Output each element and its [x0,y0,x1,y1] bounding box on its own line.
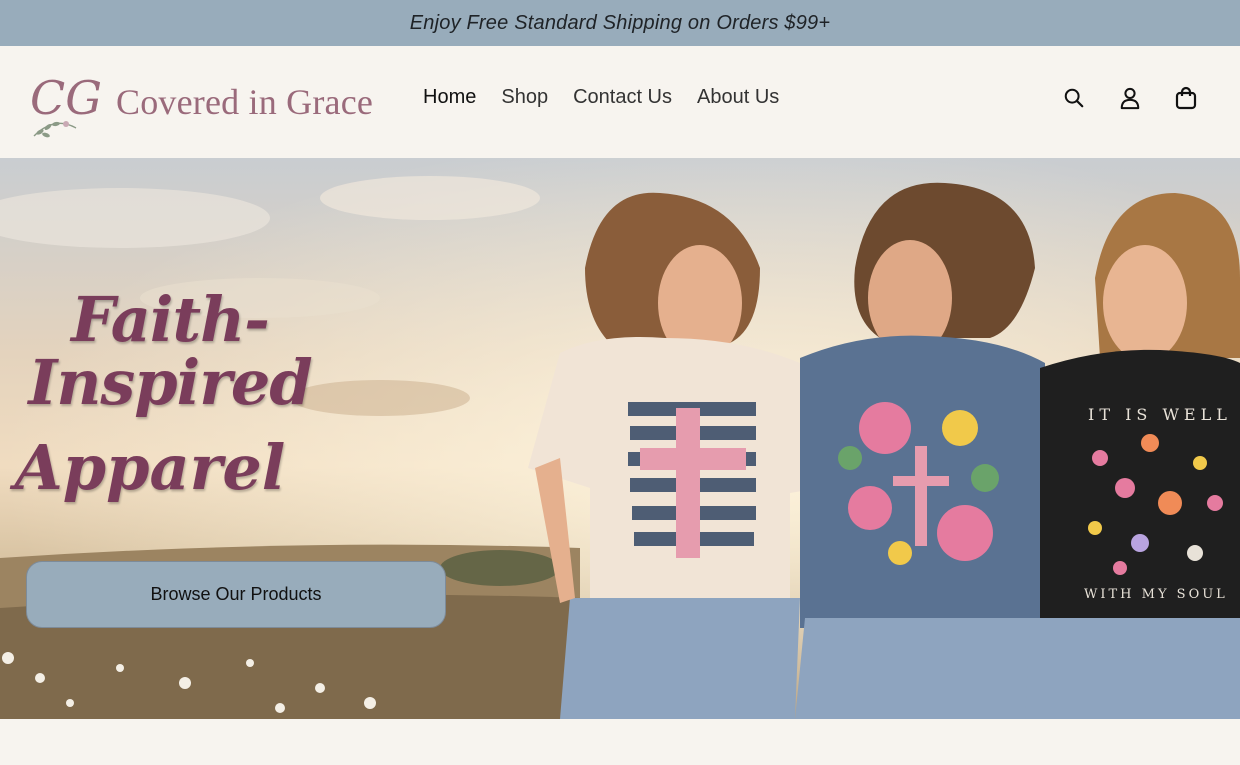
site-header: CG Covered in Grace Home Shop Contact Us… [0,46,1240,158]
search-icon[interactable] [1060,84,1088,112]
brand-name: Covered in Grace [116,82,374,122]
browse-products-button[interactable]: Browse Our Products [26,561,446,628]
svg-text:CG: CG [30,71,102,125]
hero-title: Faith-Inspired Apparel [0,288,360,500]
nav-shop[interactable]: Shop [501,86,548,109]
monogram-logo-icon: CG [30,71,102,138]
hero-title-line-2: Apparel [14,431,286,505]
svg-text:WITH MY SOUL: WITH MY SOUL [1084,587,1228,602]
hero-banner: IT IS WELL WITH MY SOUL Faith-Inspired A… [0,158,1240,719]
brand-logo[interactable]: CG Covered in Grace [26,62,373,142]
page-content-start [0,719,1240,765]
nav-about-us[interactable]: About Us [697,86,779,109]
announcement-bar: Enjoy Free Standard Shipping on Orders $… [0,0,1240,46]
header-icons [1060,84,1200,112]
announcement-text: Enjoy Free Standard Shipping on Orders $… [409,11,831,34]
hero-title-line-1: Faith-Inspired [28,283,312,420]
account-icon[interactable] [1116,84,1144,112]
main-nav: Home Shop Contact Us About Us [423,86,779,109]
svg-text:IT IS WELL: IT IS WELL [1088,405,1232,424]
nav-contact-us[interactable]: Contact Us [573,86,672,109]
cart-icon[interactable] [1172,84,1200,112]
nav-home[interactable]: Home [423,86,476,109]
